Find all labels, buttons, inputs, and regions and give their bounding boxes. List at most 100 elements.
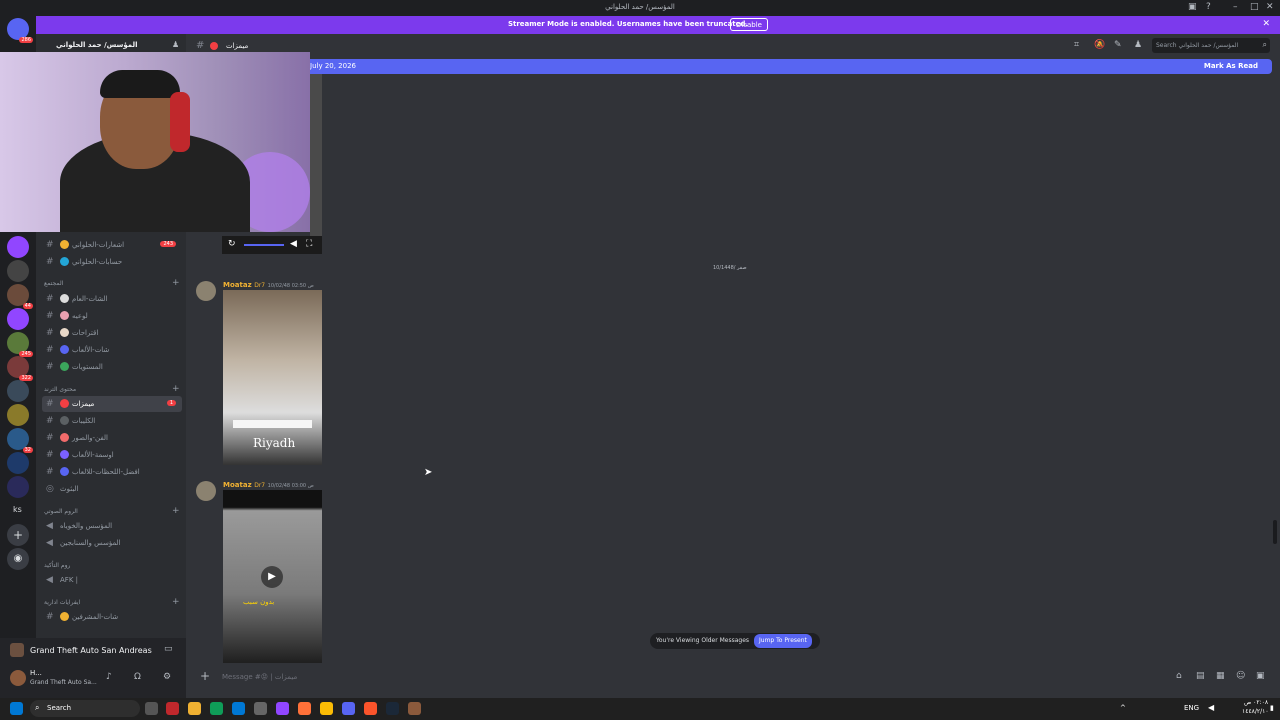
steam-icon[interactable]	[386, 702, 399, 715]
channel-item[interactable]: # لوعيه	[42, 308, 182, 324]
video-embed[interactable]: ▶ بدون سبب	[223, 490, 322, 663]
channel-item[interactable]: # افضل-اللحظات-للالعاب	[42, 464, 182, 480]
add-channel-icon[interactable]: +	[172, 384, 180, 394]
channel-item[interactable]: # الفن-والصور	[42, 430, 182, 446]
pin-icon[interactable]: ✎	[1114, 40, 1122, 50]
emoji-icon[interactable]: ☺	[1236, 671, 1245, 681]
volume-slider[interactable]	[244, 244, 284, 246]
start-button[interactable]	[10, 702, 23, 715]
channel-item[interactable]: # اوسمة-الألعاب	[42, 447, 182, 463]
discord-taskbar-icon[interactable]	[342, 702, 355, 715]
disable-button[interactable]: Disable	[730, 18, 768, 31]
help-icon[interactable]: ?	[1206, 2, 1211, 12]
volume-tray-icon[interactable]: ◀	[1208, 703, 1214, 712]
file-explorer-icon[interactable]	[188, 702, 201, 715]
message-author[interactable]: Moataz	[223, 281, 252, 289]
channel-item[interactable]: # الشات-العام	[42, 291, 182, 307]
category-voice[interactable]: الروم الصوتي	[44, 508, 78, 515]
microphone-icon[interactable]: ♪	[106, 672, 112, 682]
headphones-icon[interactable]: Ω	[134, 672, 141, 682]
voice-channel[interactable]: ◀ AFK |	[42, 572, 182, 588]
app-icon[interactable]	[276, 702, 289, 715]
voice-channel[interactable]: ◀ المؤسس والخوياه	[42, 518, 182, 534]
add-friend-icon[interactable]: ♟	[172, 40, 179, 49]
camera-icon[interactable]	[254, 702, 267, 715]
minimize-button[interactable]: –	[1233, 2, 1238, 12]
game-taskbar-icon[interactable]	[408, 702, 421, 715]
video-embed[interactable]: Riyadh	[223, 290, 322, 465]
previous-video-embed[interactable]	[310, 74, 322, 254]
channel-item[interactable]: # الكليبات	[42, 413, 182, 429]
avatar[interactable]	[196, 481, 216, 501]
fullscreen-icon[interactable]: ⛶	[306, 239, 312, 249]
server-5[interactable]: 245	[7, 332, 33, 357]
tray-expand-icon[interactable]: ^	[1120, 704, 1126, 712]
app-icon[interactable]	[166, 702, 179, 715]
voice-channel[interactable]: ◀ المؤسس والسنابجين	[42, 535, 182, 551]
server-6[interactable]: 322	[7, 356, 33, 381]
channel-item[interactable]: # اشعارات-الحلواني 243	[42, 237, 182, 253]
server-text-ks[interactable]: ks	[13, 505, 22, 514]
brave-icon[interactable]	[364, 702, 377, 715]
channel-item[interactable]: # اقتراحات	[42, 325, 182, 341]
add-channel-icon[interactable]: +	[172, 506, 180, 516]
home-button[interactable]: 286	[7, 18, 33, 43]
inbox-icon[interactable]: ▣	[1188, 2, 1197, 12]
server-3[interactable]: 44	[7, 284, 33, 309]
message-scrollbar[interactable]	[1273, 520, 1277, 544]
message-author[interactable]: Moataz	[223, 481, 252, 489]
category-community[interactable]: المجتمع	[44, 280, 63, 287]
server-8[interactable]	[7, 404, 29, 426]
firefox-icon[interactable]	[298, 702, 311, 715]
member-list-icon[interactable]: ♟	[1134, 40, 1142, 50]
server-11[interactable]	[7, 476, 29, 498]
channel-item[interactable]: # المستويات	[42, 359, 182, 375]
activity-settings-icon[interactable]: ▭	[164, 644, 173, 654]
clock-date[interactable]: ١٤٤٨/٢/١٠	[1242, 708, 1269, 715]
mute-bell-icon[interactable]: 🔕	[1094, 40, 1105, 50]
channel-item-selected[interactable]: # ميمزات 1	[42, 396, 182, 412]
channel-item[interactable]: # شات-المشرفين	[42, 609, 182, 625]
replay-icon[interactable]: ↻	[228, 239, 236, 249]
gift-icon[interactable]: ⌂	[1176, 671, 1182, 681]
language-indicator[interactable]: ENG	[1184, 704, 1199, 712]
taskbar-search[interactable]: ⌕ Search	[30, 700, 140, 717]
server-10[interactable]	[7, 452, 29, 474]
category-confirm[interactable]: روم التأكيد	[44, 562, 70, 569]
play-icon[interactable]: ▶	[261, 566, 283, 588]
edge-icon[interactable]	[210, 702, 223, 715]
new-messages-bar[interactable]: July 20, 2026 Mark As Read	[310, 59, 1272, 74]
gif-icon[interactable]: ▤	[1196, 671, 1205, 681]
channel-item[interactable]: # حسابات-الحلواني	[42, 254, 182, 270]
banner-close-icon[interactable]: ✕	[1262, 19, 1270, 29]
server-twitch-1[interactable]	[7, 236, 29, 258]
discover-icon[interactable]: ◉	[7, 548, 29, 570]
search-input[interactable]: Search المؤسس/ حمد الحلواني ⌕	[1152, 38, 1270, 53]
clock-time[interactable]: ٠٢:٠٨ ص	[1244, 699, 1268, 706]
video-controls[interactable]: ↻ ◀ ⛶	[222, 236, 322, 254]
avatar[interactable]	[10, 670, 26, 686]
add-server-icon[interactable]: +	[7, 524, 29, 546]
task-view-icon[interactable]	[145, 702, 158, 715]
apps-icon[interactable]: ▣	[1256, 671, 1265, 681]
category-admin[interactable]: ايفرايات ادارية	[44, 599, 80, 606]
avatar[interactable]	[196, 281, 216, 301]
volume-icon[interactable]: ◀	[290, 239, 297, 249]
message-input[interactable]: Message #😡 | ميمزات	[222, 673, 297, 681]
server-7[interactable]	[7, 380, 29, 402]
server-9[interactable]: 32	[7, 428, 33, 453]
category-trend[interactable]: محتوى الترند	[44, 386, 76, 393]
add-channel-icon[interactable]: +	[172, 597, 180, 607]
maximize-button[interactable]: □	[1250, 2, 1259, 12]
notifications-icon[interactable]: ▮	[1270, 704, 1274, 712]
attach-plus-icon[interactable]: +	[200, 669, 210, 683]
sticker-icon[interactable]: ▦	[1216, 671, 1225, 681]
chrome-icon[interactable]	[320, 702, 333, 715]
settings-gear-icon[interactable]: ⚙	[163, 672, 171, 682]
message-composer[interactable]: + Message #😡 | ميمزات ⌂ ▤ ▦ ☺ ▣	[196, 666, 1276, 688]
jump-to-present-button[interactable]: Jump To Present	[754, 634, 812, 648]
server-twitch-2[interactable]	[7, 308, 29, 330]
mark-as-read-button[interactable]: Mark As Read	[1204, 62, 1258, 70]
channel-item[interactable]: # شات-الألعاب	[42, 342, 182, 358]
threads-icon[interactable]: ⌗	[1074, 40, 1079, 50]
